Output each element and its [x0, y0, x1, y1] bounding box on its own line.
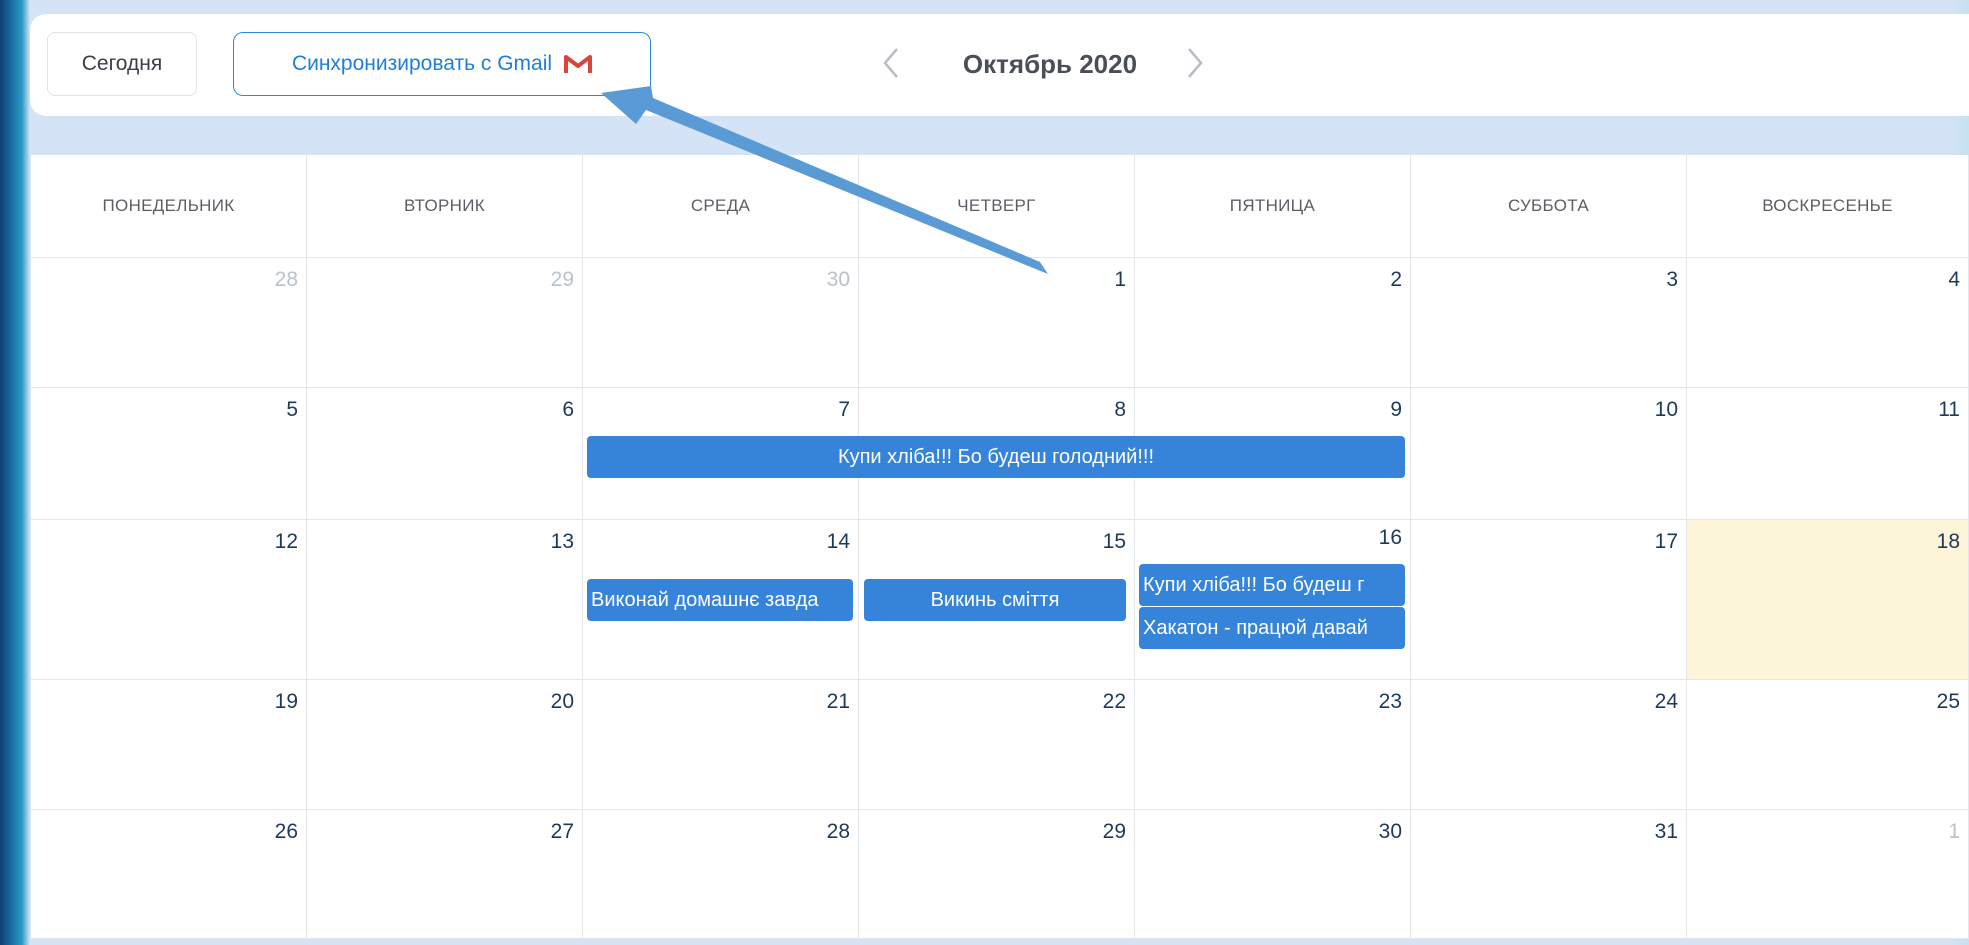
calendar-grid: ПОНЕДЕЛЬНИК ВТОРНИК СРЕДА ЧЕТВЕРГ ПЯТНИЦ…	[31, 155, 1969, 939]
day-number: 3	[1666, 268, 1678, 291]
day-number: 25	[1936, 690, 1960, 713]
day-number: 2	[1390, 268, 1402, 291]
day-number: 20	[550, 690, 574, 713]
day-number: 7	[838, 398, 850, 421]
event-bar[interactable]: Хакатон - працюй давай	[1139, 607, 1405, 649]
day-number: 5	[286, 398, 298, 421]
day-number: 28	[274, 268, 298, 291]
weekday-header: ПОНЕДЕЛЬНИК	[31, 155, 307, 258]
day-number: 23	[1378, 690, 1402, 713]
day-number: 16	[1378, 526, 1402, 549]
event-bar[interactable]: Викинь сміття	[864, 579, 1126, 621]
chevron-left-icon[interactable]	[876, 40, 906, 86]
day-number: 31	[1654, 820, 1678, 843]
day-cell-today[interactable]: 18	[1687, 520, 1969, 680]
day-cell[interactable]: 12	[31, 520, 307, 680]
day-number: 29	[1102, 820, 1126, 843]
day-number: 9	[1390, 398, 1402, 421]
day-number: 24	[1654, 690, 1678, 713]
day-number: 4	[1948, 268, 1960, 291]
weekday-header: ВТОРНИК	[307, 155, 583, 258]
day-number: 15	[1102, 530, 1126, 553]
day-cell[interactable]: 13	[307, 520, 583, 680]
day-cell[interactable]: 29	[307, 258, 583, 388]
day-cell[interactable]: 2	[1135, 258, 1411, 388]
day-number: 17	[1654, 530, 1678, 553]
event-bar[interactable]: Купи хліба!!! Бо будеш голодний!!!	[587, 436, 1405, 478]
day-cell[interactable]: 28	[583, 810, 859, 939]
weekday-header: СУББОТА	[1411, 155, 1687, 258]
day-cell[interactable]: 19	[31, 680, 307, 810]
day-cell[interactable]: 22	[859, 680, 1135, 810]
day-cell[interactable]: 5	[31, 388, 307, 520]
day-cell[interactable]: 20	[307, 680, 583, 810]
day-number: 10	[1654, 398, 1678, 421]
day-cell[interactable]: 3	[1411, 258, 1687, 388]
month-calendar: ПОНЕДЕЛЬНИК ВТОРНИК СРЕДА ЧЕТВЕРГ ПЯТНИЦ…	[31, 155, 1969, 939]
day-cell[interactable]: 23	[1135, 680, 1411, 810]
month-title: Октябрь 2020	[962, 49, 1138, 79]
today-button[interactable]: Сегодня	[47, 32, 197, 96]
day-cell[interactable]: 10	[1411, 388, 1687, 520]
gmail-icon	[564, 54, 593, 74]
day-number: 18	[1936, 530, 1960, 553]
day-cell[interactable]: 24	[1411, 680, 1687, 810]
day-cell[interactable]: 31	[1411, 810, 1687, 939]
day-cell[interactable]: 11	[1687, 388, 1969, 520]
day-cell[interactable]: 30	[583, 258, 859, 388]
day-number: 28	[826, 820, 850, 843]
day-number: 21	[826, 690, 850, 713]
day-number: 26	[274, 820, 298, 843]
event-bar[interactable]: Купи хліба!!! Бо будеш г	[1139, 564, 1405, 606]
weekday-header: ПЯТНИЦА	[1135, 155, 1411, 258]
weekday-header: ВОСКРЕСЕНЬЕ	[1687, 155, 1969, 258]
day-cell[interactable]: 25	[1687, 680, 1969, 810]
day-cell[interactable]: 26	[31, 810, 307, 939]
day-number: 30	[826, 268, 850, 291]
day-cell[interactable]: 29	[859, 810, 1135, 939]
day-cell[interactable]: 4	[1687, 258, 1969, 388]
day-number: 1	[1114, 268, 1126, 291]
day-number: 13	[550, 530, 574, 553]
day-number: 6	[562, 398, 574, 421]
day-cell[interactable]: 30	[1135, 810, 1411, 939]
day-number: 1	[1948, 820, 1960, 843]
day-number: 29	[550, 268, 574, 291]
day-cell[interactable]: 17	[1411, 520, 1687, 680]
day-number: 8	[1114, 398, 1126, 421]
weekday-header: ЧЕТВЕРГ	[859, 155, 1135, 258]
day-number: 30	[1378, 820, 1402, 843]
day-number: 11	[1938, 398, 1960, 421]
day-number: 27	[550, 820, 574, 843]
day-cell[interactable]: 28	[31, 258, 307, 388]
day-cell[interactable]: 1	[859, 258, 1135, 388]
event-bar[interactable]: Виконай домашнє завда	[587, 579, 853, 621]
day-number: 22	[1102, 690, 1126, 713]
day-number: 12	[274, 530, 298, 553]
day-cell[interactable]: 6	[307, 388, 583, 520]
day-cell[interactable]: 27	[307, 810, 583, 939]
chevron-right-icon[interactable]	[1180, 40, 1210, 86]
day-cell[interactable]: 1	[1687, 810, 1969, 939]
day-number: 14	[826, 530, 850, 553]
day-number: 19	[274, 690, 298, 713]
sync-gmail-button[interactable]: Синхронизировать с Gmail	[233, 32, 651, 96]
sync-gmail-label: Синхронизировать с Gmail	[291, 52, 553, 75]
day-cell[interactable]: 21	[583, 680, 859, 810]
weekday-header: СРЕДА	[583, 155, 859, 258]
